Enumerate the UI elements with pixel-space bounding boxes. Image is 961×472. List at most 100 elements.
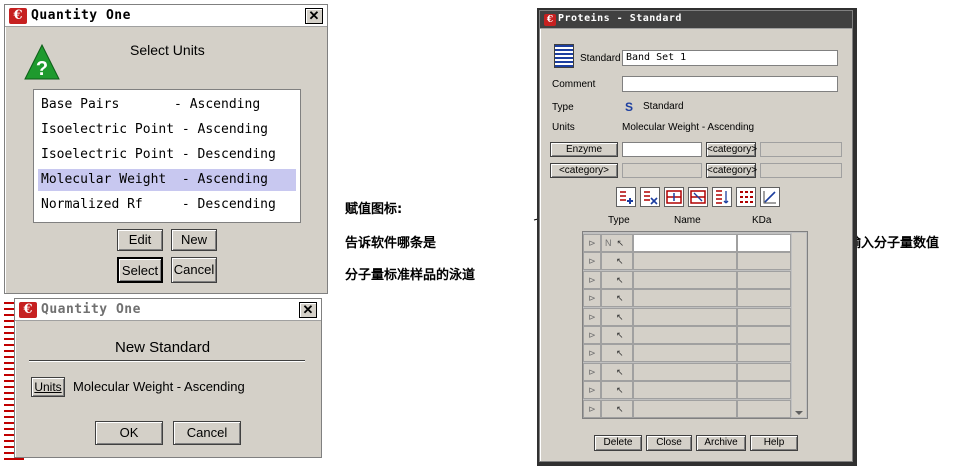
- list-item[interactable]: Molecular Weight - Ascending: [38, 169, 296, 191]
- app-logo-icon: €: [9, 8, 27, 24]
- band-kda-cell[interactable]: [737, 252, 791, 271]
- band-name-cell[interactable]: [633, 289, 737, 308]
- insert-band-icon[interactable]: [664, 187, 684, 207]
- band-kda-cell[interactable]: [737, 362, 791, 381]
- delete-band-icon[interactable]: [688, 187, 708, 207]
- new-button[interactable]: New: [171, 229, 217, 251]
- band-name-cell[interactable]: [633, 326, 737, 344]
- band-name-cell[interactable]: [633, 307, 737, 326]
- vertical-scrollbar[interactable]: [792, 233, 806, 417]
- annotation-assign-desc-1: 告诉软件哪条是: [345, 236, 437, 251]
- band-type-cell[interactable]: N ↖: [601, 234, 633, 252]
- band-name-cell[interactable]: [633, 399, 737, 418]
- question-icon: ?: [23, 43, 61, 81]
- archive-button[interactable]: Archive: [696, 435, 746, 451]
- table-row: ⊳ ↖: [583, 381, 791, 400]
- annotation-assign-icon: 赋值图标:: [345, 202, 403, 217]
- row-select-cell[interactable]: ⊳: [583, 381, 601, 400]
- standard-type-icon: S: [625, 100, 634, 114]
- standard-field[interactable]: Band Set 1: [622, 50, 838, 66]
- row-select-cell[interactable]: ⊳: [583, 399, 601, 418]
- enzyme-button[interactable]: Enzyme: [550, 142, 618, 157]
- title-bar: € Quantity One ✕: [15, 299, 321, 321]
- band-type-cell[interactable]: ↖: [601, 307, 633, 326]
- units-list[interactable]: Base Pairs - Ascending Isoelectric Point …: [33, 89, 301, 223]
- plot-curve-icon[interactable]: [760, 187, 780, 207]
- band-kda-cell[interactable]: [737, 381, 791, 400]
- band-type-cell[interactable]: ↖: [601, 289, 633, 308]
- column-header-type: Type: [608, 215, 630, 226]
- band-type-cell[interactable]: ↖: [601, 399, 633, 418]
- enzyme-field[interactable]: [622, 142, 702, 157]
- row-select-cell[interactable]: ⊳: [583, 252, 601, 271]
- pointer-icon: ↖: [616, 256, 624, 267]
- band-kda-cell[interactable]: [737, 399, 791, 418]
- close-button[interactable]: Close: [646, 435, 692, 451]
- edit-button[interactable]: Edit: [117, 229, 163, 251]
- comment-label: Comment: [552, 79, 596, 90]
- band-kda-cell[interactable]: [737, 289, 791, 308]
- row-select-cell[interactable]: ⊳: [583, 362, 601, 381]
- list-item[interactable]: Normalized Rf - Descending: [38, 194, 296, 216]
- row-select-cell[interactable]: ⊳: [583, 270, 601, 289]
- pointer-icon: ↖: [616, 366, 624, 377]
- row-select-cell[interactable]: ⊳: [583, 326, 601, 344]
- band-name-cell[interactable]: [633, 270, 737, 289]
- row-select-cell[interactable]: ⊳: [583, 307, 601, 326]
- proteins-standard-window: € Proteins - Standard Standard Band Set …: [539, 10, 853, 462]
- cancel-button[interactable]: Cancel: [171, 257, 217, 283]
- category-button-3[interactable]: <category>: [706, 163, 757, 178]
- delete-button[interactable]: Delete: [594, 435, 642, 451]
- cancel-button[interactable]: Cancel: [173, 421, 241, 445]
- band-kda-cell[interactable]: [737, 307, 791, 326]
- band-type-cell[interactable]: ↖: [601, 362, 633, 381]
- assign-lane-icon[interactable]: [616, 187, 636, 207]
- band-grid-icon[interactable]: [736, 187, 756, 207]
- app-logo-icon: €: [19, 302, 37, 318]
- new-standard-dialog: € Quantity One ✕ New Standard Units Mole…: [14, 298, 322, 458]
- scroll-down-icon[interactable]: [795, 411, 803, 415]
- close-button[interactable]: ✕: [305, 8, 323, 24]
- help-button[interactable]: Help: [750, 435, 798, 451]
- band-kda-cell[interactable]: [737, 234, 791, 252]
- band-kda-cell[interactable]: [737, 326, 791, 344]
- table-row: ⊳ ↖: [583, 289, 791, 308]
- pointer-icon: ↖: [616, 348, 624, 359]
- band-name-cell[interactable]: [633, 234, 737, 252]
- units-button[interactable]: Units: [31, 377, 65, 397]
- band-kda-cell[interactable]: [737, 270, 791, 289]
- pointer-icon: ↖: [616, 293, 624, 304]
- window-title: Proteins - Standard: [558, 13, 682, 24]
- list-item[interactable]: Isoelectric Point - Ascending: [38, 119, 296, 141]
- units-value: Molecular Weight - Ascending: [622, 122, 755, 133]
- list-item[interactable]: Base Pairs - Ascending: [38, 94, 296, 116]
- category-field-1: [760, 142, 842, 157]
- row-select-cell[interactable]: ⊳: [583, 234, 601, 252]
- band-type-cell[interactable]: ↖: [601, 344, 633, 363]
- band-name-cell[interactable]: [633, 362, 737, 381]
- band-kda-cell[interactable]: [737, 344, 791, 363]
- close-button[interactable]: ✕: [299, 302, 317, 318]
- comment-field[interactable]: [622, 76, 838, 92]
- band-table: ⊳ N ↖ ⊳ ↖ ⊳ ↖ ⊳ ↖ ⊳ ↖ ⊳ ↖ ⊳ ↖ ⊳ ↖ ⊳ ↖ ⊳ ↖: [582, 231, 808, 419]
- band-name-cell[interactable]: [633, 381, 737, 400]
- select-button[interactable]: Select: [117, 257, 163, 283]
- standard-icon: [554, 44, 574, 68]
- type-label: Type: [552, 102, 574, 113]
- remove-lane-icon[interactable]: [640, 187, 660, 207]
- category-field-3: [760, 163, 842, 178]
- list-item[interactable]: Isoelectric Point - Descending: [38, 144, 296, 166]
- sort-bands-icon[interactable]: [712, 187, 732, 207]
- band-name-cell[interactable]: [633, 252, 737, 271]
- prompt-label: Select Units: [130, 42, 205, 58]
- category-button-1[interactable]: <category>: [706, 142, 757, 157]
- row-select-cell[interactable]: ⊳: [583, 289, 601, 308]
- row-select-cell[interactable]: ⊳: [583, 344, 601, 363]
- band-name-cell[interactable]: [633, 344, 737, 363]
- ok-button[interactable]: OK: [95, 421, 163, 445]
- band-type-cell[interactable]: ↖: [601, 381, 633, 400]
- category-button-2[interactable]: <category>: [550, 163, 618, 178]
- band-type-cell[interactable]: ↖: [601, 326, 633, 344]
- band-type-cell[interactable]: ↖: [601, 270, 633, 289]
- band-type-cell[interactable]: ↖: [601, 252, 633, 271]
